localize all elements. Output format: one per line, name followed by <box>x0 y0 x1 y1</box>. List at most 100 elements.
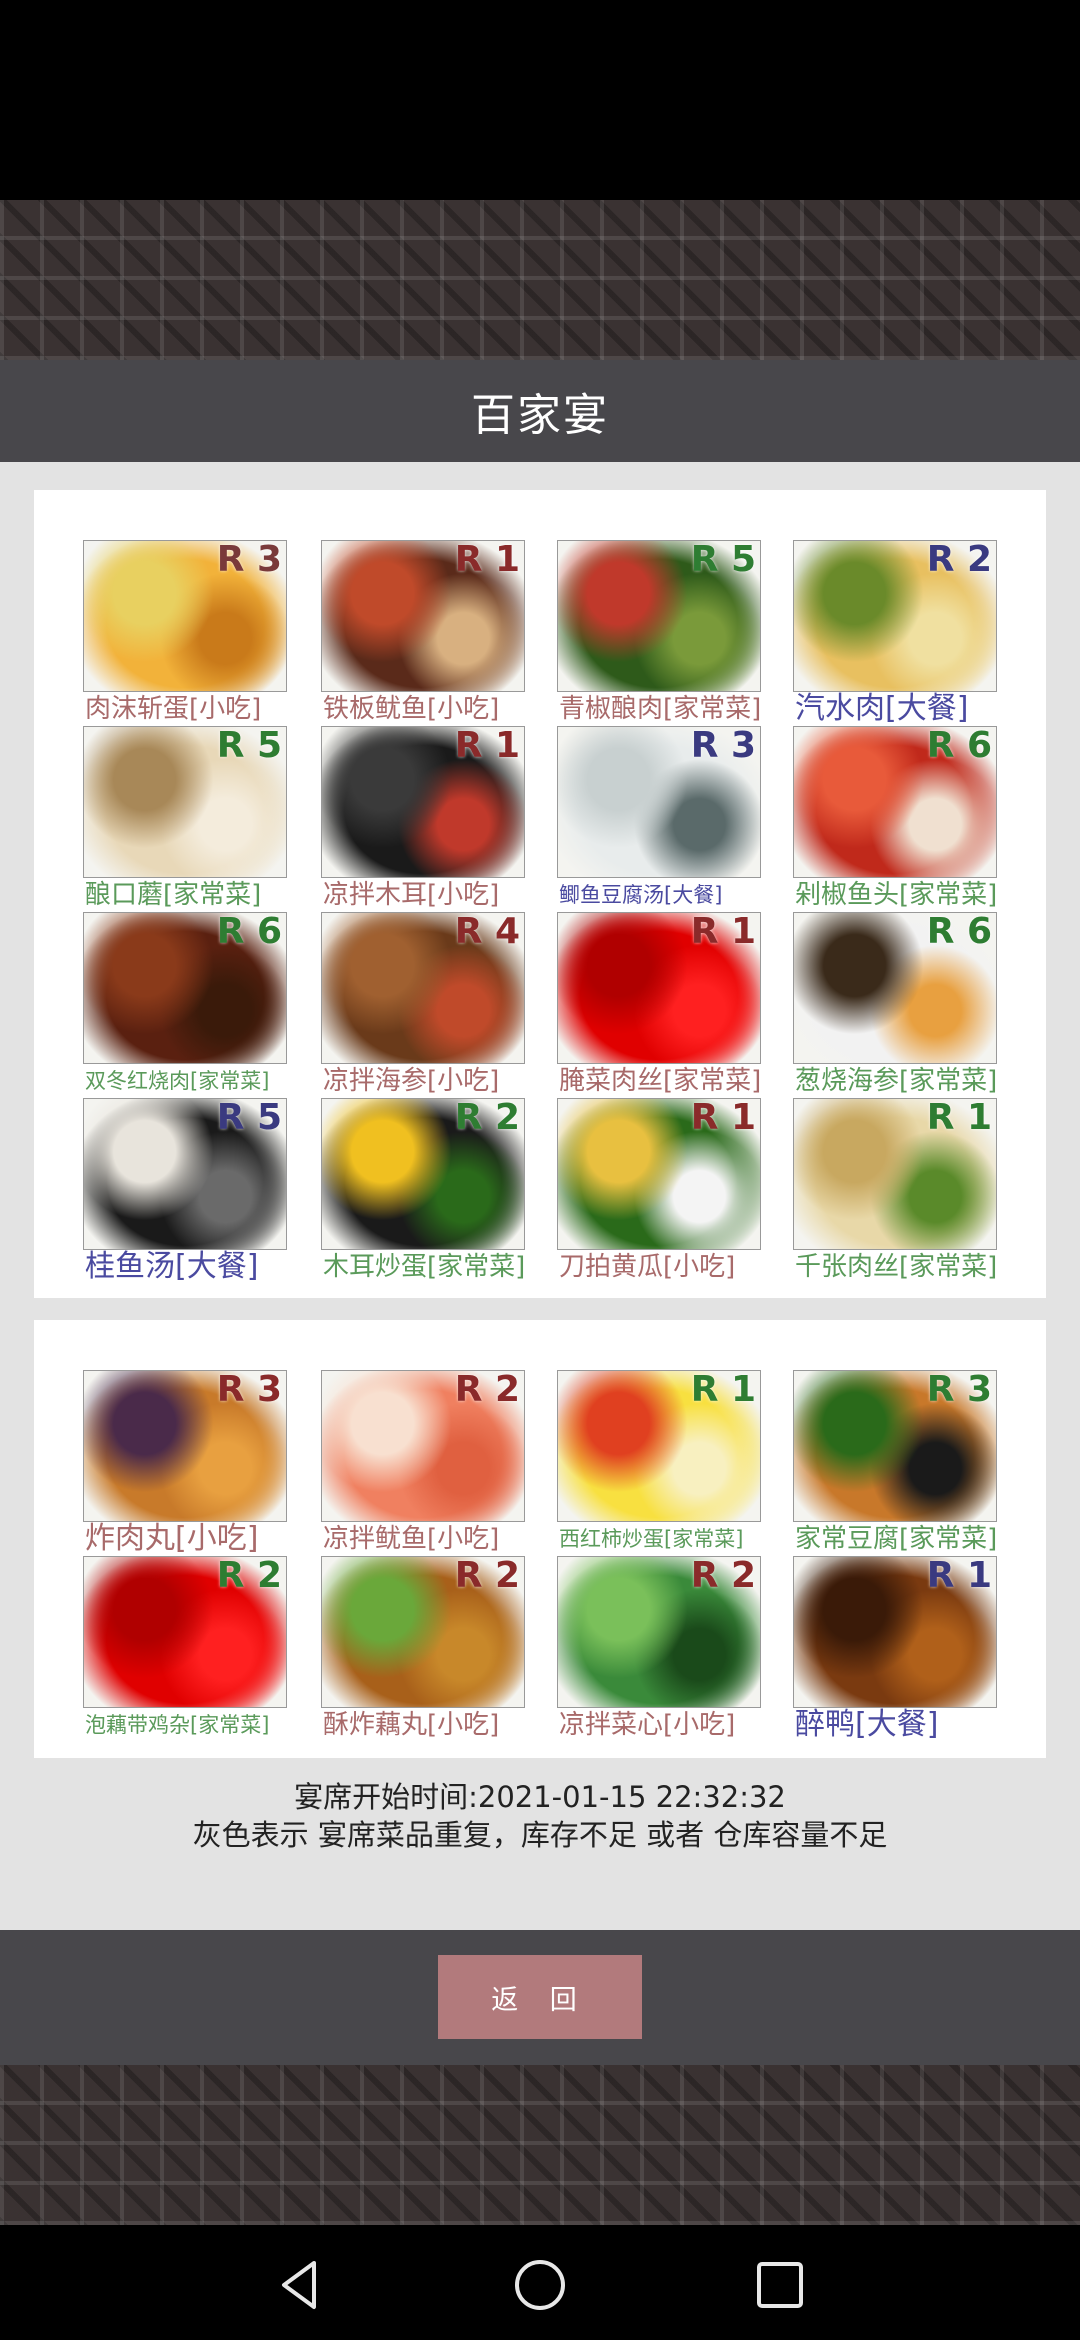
dish-photo: R 6 <box>793 912 997 1064</box>
dish-item[interactable]: R 1 千张肉丝[家常菜] <box>793 1098 997 1284</box>
dish-item[interactable]: R 2 木耳炒蛋[家常菜] <box>321 1098 525 1284</box>
dish-name: 凉拌鱿鱼[小吃] <box>323 1524 500 1554</box>
rank-tag: R 1 <box>690 1370 756 1410</box>
rank-tag: R 2 <box>454 1556 520 1596</box>
dish-name: 汽水肉[大餐] <box>795 692 969 726</box>
dish-name: 千张肉丝[家常菜] <box>795 1252 998 1282</box>
dish-name: 凉拌海参[小吃] <box>323 1066 500 1096</box>
dish-photo: R 2 <box>321 1370 525 1522</box>
dish-name: 凉拌木耳[小吃] <box>323 880 500 910</box>
dish-photo: R 2 <box>793 540 997 692</box>
app-root: 百家宴 R 3 肉沫斩蛋[小吃] R 1 铁板鱿鱼[小吃] R 5 青椒酿肉[家常菜] R … <box>0 0 1080 2340</box>
dish-name: 家常豆腐[家常菜] <box>795 1524 998 1554</box>
status-bar <box>0 0 1080 200</box>
dish-photo: R 6 <box>83 912 287 1064</box>
dish-item[interactable]: R 2 凉拌鱿鱼[小吃] <box>321 1370 525 1556</box>
rank-tag: R 6 <box>216 912 282 952</box>
dish-name: 铁板鱿鱼[小吃] <box>323 694 500 724</box>
dish-item[interactable]: R 1 铁板鱿鱼[小吃] <box>321 540 525 726</box>
dish-name: 葱烧海参[家常菜] <box>795 1066 998 1096</box>
dish-name: 青椒酿肉[家常菜] <box>559 694 762 724</box>
dish-photo: R 3 <box>83 540 287 692</box>
bottom-bar: 返 回 <box>0 1930 1080 2065</box>
dish-item[interactable]: R 1 西红柿炒蛋[家常菜] <box>557 1370 761 1556</box>
dish-panel-extra: R 3 炸肉丸[小吃] R 2 凉拌鱿鱼[小吃] R 1 西红柿炒蛋[家常菜] R 3 家常豆… <box>34 1320 1046 1758</box>
dish-item[interactable]: R 1 醉鸭[大餐] <box>793 1556 997 1742</box>
dish-item[interactable]: R 5 桂鱼汤[大餐] <box>83 1098 287 1284</box>
dish-item[interactable]: R 1 凉拌木耳[小吃] <box>321 726 525 912</box>
dish-photo: R 3 <box>83 1370 287 1522</box>
dish-item[interactable]: R 5 酿口蘑[家常菜] <box>83 726 287 912</box>
dish-photo: R 5 <box>83 726 287 878</box>
rank-tag: R 2 <box>690 1556 756 1596</box>
dish-name: 木耳炒蛋[家常菜] <box>323 1252 526 1282</box>
dish-item[interactable]: R 3 肉沫斩蛋[小吃] <box>83 540 287 726</box>
page-title: 百家宴 <box>0 360 1080 462</box>
dish-item[interactable]: R 2 汽水肉[大餐] <box>793 540 997 726</box>
rank-tag: R 2 <box>454 1098 520 1138</box>
dish-name: 鲫鱼豆腐汤[大餐] <box>559 883 723 907</box>
back-triangle-icon[interactable] <box>270 2255 330 2315</box>
dish-item[interactable]: R 2 酥炸藕丸[小吃] <box>321 1556 525 1742</box>
dish-item[interactable]: R 2 凉拌菜心[小吃] <box>557 1556 761 1742</box>
dish-item[interactable]: R 2 泡藕带鸡杂[家常菜] <box>83 1556 287 1742</box>
rank-tag: R 3 <box>216 1370 282 1410</box>
dish-name: 腌菜肉丝[家常菜] <box>559 1066 762 1096</box>
recents-square-icon[interactable] <box>750 2255 810 2315</box>
content-area: R 3 肉沫斩蛋[小吃] R 1 铁板鱿鱼[小吃] R 5 青椒酿肉[家常菜] R 2 汽水肉… <box>0 462 1080 1930</box>
decorative-pattern-top <box>0 200 1080 360</box>
dish-photo: R 2 <box>557 1556 761 1708</box>
rank-tag: R 5 <box>216 726 282 766</box>
rank-tag: R 1 <box>690 1098 756 1138</box>
rank-tag: R 6 <box>926 912 992 952</box>
dish-name: 西红柿炒蛋[家常菜] <box>559 1527 744 1551</box>
banquet-start-time: 宴席开始时间:2021-01-15 22:32:32 <box>294 1780 786 1814</box>
dish-item[interactable]: R 5 青椒酿肉[家常菜] <box>557 540 761 726</box>
dish-photo: R 1 <box>557 1098 761 1250</box>
dish-name: 剁椒鱼头[家常菜] <box>795 880 998 910</box>
dish-name: 凉拌菜心[小吃] <box>559 1710 736 1740</box>
dish-name: 桂鱼汤[大餐] <box>85 1250 259 1284</box>
dish-photo: R 3 <box>793 1370 997 1522</box>
info-section: 宴席开始时间:2021-01-15 22:32:32 灰色表示 宴席菜品重复，库… <box>0 1778 1080 1854</box>
dish-item[interactable]: R 1 刀拍黄瓜[小吃] <box>557 1098 761 1284</box>
return-button[interactable]: 返 回 <box>438 1955 642 2039</box>
rank-tag: R 1 <box>454 726 520 766</box>
rank-tag: R 4 <box>454 912 520 952</box>
dish-photo: R 5 <box>557 540 761 692</box>
dish-photo: R 1 <box>557 912 761 1064</box>
dish-item[interactable]: R 3 炸肉丸[小吃] <box>83 1370 287 1556</box>
dish-item[interactable]: R 3 家常豆腐[家常菜] <box>793 1370 997 1556</box>
dish-item[interactable]: R 6 双冬红烧肉[家常菜] <box>83 912 287 1098</box>
dish-item[interactable]: R 6 剁椒鱼头[家常菜] <box>793 726 997 912</box>
system-nav-bar <box>0 2225 1080 2340</box>
rank-tag: R 3 <box>690 726 756 766</box>
dish-photo: R 1 <box>793 1556 997 1708</box>
dish-name: 刀拍黄瓜[小吃] <box>559 1252 736 1282</box>
dish-name: 酿口蘑[家常菜] <box>85 880 262 910</box>
dish-name: 醉鸭[大餐] <box>795 1708 939 1742</box>
dish-photo: R 2 <box>321 1098 525 1250</box>
dish-name: 泡藕带鸡杂[家常菜] <box>85 1713 270 1737</box>
dish-name: 肉沫斩蛋[小吃] <box>85 694 262 724</box>
dish-item[interactable]: R 1 腌菜肉丝[家常菜] <box>557 912 761 1098</box>
home-circle-icon[interactable] <box>510 2255 570 2315</box>
dish-photo: R 2 <box>321 1556 525 1708</box>
dish-photo: R 6 <box>793 726 997 878</box>
gray-legend-note: 灰色表示 宴席菜品重复，库存不足 或者 仓库容量不足 <box>192 1818 888 1852</box>
dish-photo: R 5 <box>83 1098 287 1250</box>
dish-panel-main: R 3 肉沫斩蛋[小吃] R 1 铁板鱿鱼[小吃] R 5 青椒酿肉[家常菜] R 2 汽水肉… <box>34 490 1046 1298</box>
dish-photo: R 1 <box>321 726 525 878</box>
dish-name: 双冬红烧肉[家常菜] <box>85 1069 270 1093</box>
rank-tag: R 6 <box>926 726 992 766</box>
dish-photo: R 4 <box>321 912 525 1064</box>
rank-tag: R 2 <box>216 1556 282 1596</box>
dish-name: 酥炸藕丸[小吃] <box>323 1710 500 1740</box>
rank-tag: R 1 <box>926 1098 992 1138</box>
dish-item[interactable]: R 6 葱烧海参[家常菜] <box>793 912 997 1098</box>
dish-item[interactable]: R 3 鲫鱼豆腐汤[大餐] <box>557 726 761 912</box>
rank-tag: R 5 <box>216 1098 282 1138</box>
rank-tag: R 3 <box>216 540 282 580</box>
dish-item[interactable]: R 4 凉拌海参[小吃] <box>321 912 525 1098</box>
rank-tag: R 3 <box>926 1370 992 1410</box>
